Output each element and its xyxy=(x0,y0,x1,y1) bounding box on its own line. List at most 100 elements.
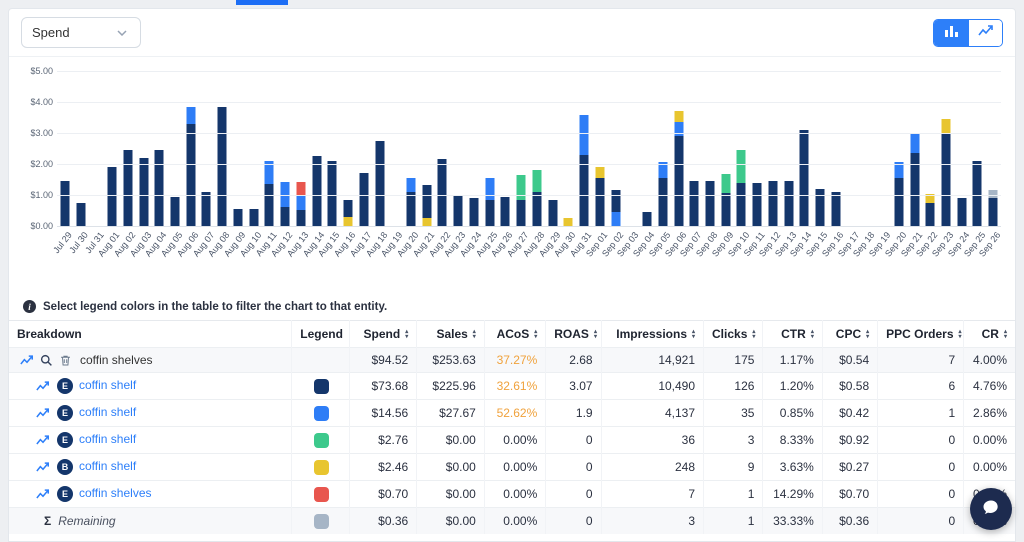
sort-icon[interactable]: ▴▾ xyxy=(752,330,755,340)
chart-bar[interactable]: Aug 14 xyxy=(309,71,325,226)
column-header-sales[interactable]: Sales▴▾ xyxy=(417,321,485,348)
chart-bar[interactable]: Aug 06 xyxy=(183,71,199,226)
sort-icon[interactable]: ▴▾ xyxy=(692,330,695,340)
chart-line-icon[interactable] xyxy=(36,435,50,446)
chart-bar[interactable]: Sep 10 xyxy=(734,71,750,226)
sort-icon[interactable]: ▴▾ xyxy=(473,330,476,340)
column-header-cr[interactable]: CR▴▾ xyxy=(964,321,1015,348)
entity-link[interactable]: coffin shelf xyxy=(79,406,136,420)
sort-icon[interactable]: ▴▾ xyxy=(959,330,962,340)
chart-bar[interactable]: Aug 31 xyxy=(576,71,592,226)
chart-bar[interactable]: Aug 29 xyxy=(545,71,561,226)
column-header-ppc_orders[interactable]: PPC Orders▴▾ xyxy=(878,321,964,348)
chart-bar[interactable]: Sep 05 xyxy=(655,71,671,226)
chart-bar[interactable]: Aug 05 xyxy=(167,71,183,226)
chart-bar[interactable]: Aug 07 xyxy=(199,71,215,226)
chart-bar[interactable]: Sep 19 xyxy=(875,71,891,226)
chart-bar[interactable]: Aug 26 xyxy=(498,71,514,226)
column-header-clicks[interactable]: Clicks▴▾ xyxy=(704,321,763,348)
chart-bar[interactable]: Jul 31 xyxy=(88,71,104,226)
chart-bar[interactable]: Sep 08 xyxy=(702,71,718,226)
legend-swatch-gray[interactable] xyxy=(314,514,329,529)
sort-icon[interactable]: ▴▾ xyxy=(811,330,814,340)
chart-bar[interactable]: Aug 21 xyxy=(419,71,435,226)
column-header-roas[interactable]: ROAS▴▾ xyxy=(546,321,601,348)
sort-icon[interactable]: ▴▾ xyxy=(405,330,408,340)
column-header-ctr[interactable]: CTR▴▾ xyxy=(763,321,822,348)
chart-bar[interactable]: Sep 17 xyxy=(844,71,860,226)
chart-bar[interactable]: Jul 29 xyxy=(57,71,73,226)
chart-bar[interactable]: Sep 16 xyxy=(828,71,844,226)
chart-bar[interactable]: Aug 24 xyxy=(466,71,482,226)
legend-swatch-yellow[interactable] xyxy=(314,460,329,475)
chart-bar[interactable]: Aug 27 xyxy=(513,71,529,226)
chart-bar[interactable]: Aug 25 xyxy=(482,71,498,226)
chart-bar[interactable]: Sep 12 xyxy=(765,71,781,226)
entity-link[interactable]: coffin shelf xyxy=(79,460,136,474)
chart-bar[interactable]: Aug 12 xyxy=(277,71,293,226)
entity-link[interactable]: coffin shelves xyxy=(79,487,152,501)
chart-bar[interactable]: Aug 01 xyxy=(104,71,120,226)
column-header-acos[interactable]: ACoS▴▾ xyxy=(484,321,545,348)
legend-swatch-navy[interactable] xyxy=(314,379,329,394)
chart-bar[interactable]: Sep 14 xyxy=(797,71,813,226)
chart-line-icon[interactable] xyxy=(36,408,50,419)
chart-bar[interactable]: Aug 18 xyxy=(372,71,388,226)
chart-bar[interactable]: Sep 26 xyxy=(985,71,1001,226)
legend-swatch-green[interactable] xyxy=(314,433,329,448)
chart-bar[interactable]: Aug 13 xyxy=(293,71,309,226)
chart-bar[interactable]: Aug 15 xyxy=(324,71,340,226)
chart-bar[interactable]: Sep 21 xyxy=(907,71,923,226)
chart-bar[interactable]: Sep 20 xyxy=(891,71,907,226)
chart-bar[interactable]: Aug 17 xyxy=(356,71,372,226)
chart-bar[interactable]: Sep 25 xyxy=(970,71,986,226)
search-icon[interactable] xyxy=(40,354,53,367)
chart-bar[interactable]: Sep 13 xyxy=(781,71,797,226)
chart-bar[interactable]: Aug 09 xyxy=(230,71,246,226)
chart-bar[interactable]: Sep 01 xyxy=(592,71,608,226)
chart-bar[interactable]: Aug 19 xyxy=(387,71,403,226)
chart-bar[interactable]: Aug 04 xyxy=(151,71,167,226)
chart-bar[interactable]: Aug 20 xyxy=(403,71,419,226)
trash-icon[interactable] xyxy=(59,354,72,367)
chart-line-icon[interactable] xyxy=(36,489,50,500)
chart-bar[interactable]: Sep 03 xyxy=(623,71,639,226)
metric-select[interactable]: Spend xyxy=(21,17,141,48)
chart-line-icon[interactable] xyxy=(36,462,50,473)
chart-bar[interactable]: Sep 07 xyxy=(686,71,702,226)
sort-icon[interactable]: ▴▾ xyxy=(866,330,869,340)
chat-widget-button[interactable] xyxy=(970,488,1012,530)
chart-bar[interactable]: Aug 03 xyxy=(136,71,152,226)
chart-bar[interactable]: Aug 08 xyxy=(214,71,230,226)
chart-bar[interactable]: Aug 16 xyxy=(340,71,356,226)
legend-swatch-blue[interactable] xyxy=(314,406,329,421)
sort-icon[interactable]: ▴▾ xyxy=(534,330,537,340)
chart-bar[interactable]: Aug 10 xyxy=(246,71,262,226)
chart-bar[interactable]: Jul 30 xyxy=(73,71,89,226)
chart-bar[interactable]: Sep 18 xyxy=(859,71,875,226)
column-header-cpc[interactable]: CPC▴▾ xyxy=(822,321,877,348)
chart-bar[interactable]: Sep 04 xyxy=(639,71,655,226)
chart-line-icon[interactable] xyxy=(36,381,50,392)
chart-bar[interactable]: Sep 15 xyxy=(812,71,828,226)
chart-bar[interactable]: Sep 09 xyxy=(718,71,734,226)
bar-chart-toggle-button[interactable] xyxy=(934,20,968,46)
chart-bar[interactable]: Aug 23 xyxy=(450,71,466,226)
sort-icon[interactable]: ▴▾ xyxy=(594,330,597,340)
chart-bar[interactable]: Aug 02 xyxy=(120,71,136,226)
column-header-spend[interactable]: Spend▴▾ xyxy=(349,321,417,348)
chart-bar[interactable]: Sep 11 xyxy=(749,71,765,226)
chart-bar[interactable]: Sep 24 xyxy=(954,71,970,226)
entity-link[interactable]: coffin shelf xyxy=(79,433,136,447)
chart-bar[interactable]: Sep 23 xyxy=(938,71,954,226)
sort-icon[interactable]: ▴▾ xyxy=(1004,330,1007,340)
chart-bar[interactable]: Aug 22 xyxy=(435,71,451,226)
chart-bar[interactable]: Aug 28 xyxy=(529,71,545,226)
chart-bar[interactable]: Aug 11 xyxy=(262,71,278,226)
column-header-impressions[interactable]: Impressions▴▾ xyxy=(601,321,703,348)
entity-link[interactable]: coffin shelf xyxy=(79,379,136,393)
chart-bar[interactable]: Aug 30 xyxy=(561,71,577,226)
chart-bar[interactable]: Sep 02 xyxy=(608,71,624,226)
chart-line-icon[interactable] xyxy=(20,355,34,366)
chart-bar[interactable]: Sep 06 xyxy=(671,71,687,226)
